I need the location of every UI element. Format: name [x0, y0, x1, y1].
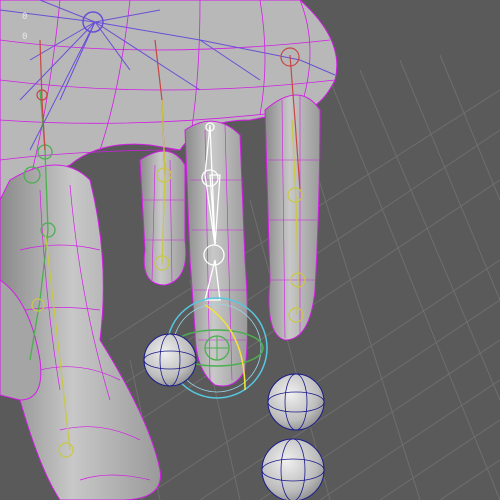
ball-bottom[interactable]: [261, 438, 325, 500]
3d-viewport[interactable]: 0 0: [0, 0, 500, 500]
hud-readout-2: 0: [22, 32, 28, 42]
ball-left[interactable]: [143, 333, 197, 387]
viewport-scene[interactable]: [0, 0, 500, 500]
hud-readout-1: 0: [22, 12, 28, 22]
finger-middle[interactable]: [139, 150, 187, 286]
ball-center[interactable]: [267, 373, 325, 431]
